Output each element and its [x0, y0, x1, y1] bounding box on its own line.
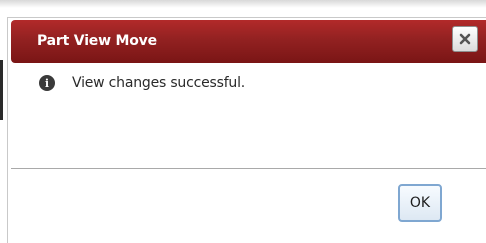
ok-button[interactable]: OK: [398, 184, 442, 222]
close-icon: [459, 33, 471, 45]
ok-button-label: OK: [409, 195, 431, 211]
footer-divider: [11, 168, 486, 169]
close-button[interactable]: [452, 26, 478, 52]
dialog-title: Part View Move: [37, 33, 157, 49]
dialog-message: View changes successful.: [72, 75, 246, 91]
dialog-titlebar[interactable]: Part View Move: [11, 20, 486, 63]
message-row: i View changes successful.: [39, 73, 245, 93]
background-edge: [0, 60, 3, 120]
background-shadow: [0, 0, 486, 8]
page: Part View Move i View changes successful…: [0, 0, 486, 243]
info-icon: i: [39, 75, 55, 91]
